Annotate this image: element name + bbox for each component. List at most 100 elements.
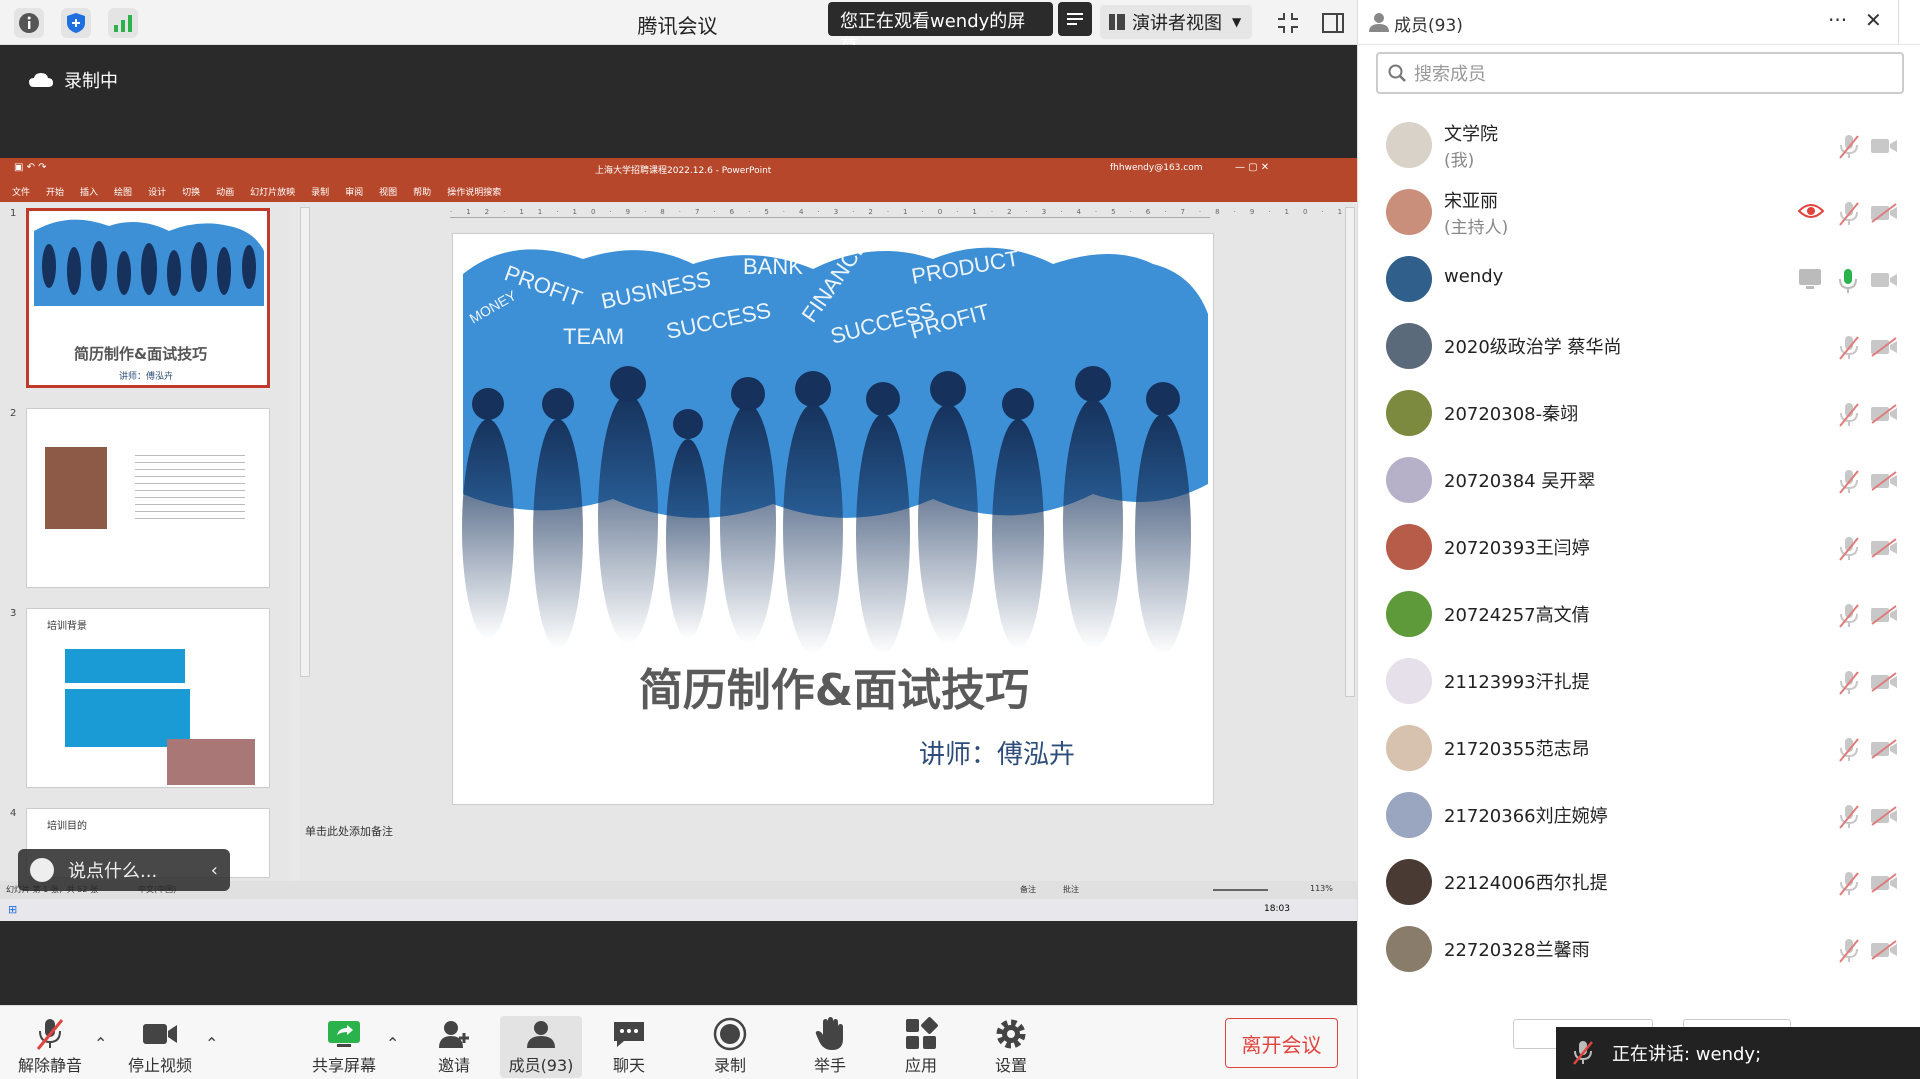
slide-scrollbar[interactable] — [1345, 207, 1355, 697]
comments-toggle[interactable]: 批注 — [1063, 884, 1079, 895]
unmute-button[interactable]: 解除静音 — [18, 1016, 82, 1078]
security-shield-icon[interactable] — [61, 8, 91, 38]
member-row[interactable]: 21720366刘庄婉婷 — [1358, 782, 1920, 848]
ribbon-tab[interactable]: 操作说明搜索 — [447, 185, 501, 198]
member-search-input[interactable]: 搜索成员 — [1376, 52, 1904, 94]
share-options-caret-icon[interactable]: ⌃ — [386, 1034, 399, 1053]
camera-off-icon — [1870, 806, 1898, 830]
side-panel-toggle-icon[interactable] — [1318, 8, 1348, 38]
search-placeholder: 搜索成员 — [1414, 64, 1486, 85]
more-options-icon[interactable]: ··· — [1828, 8, 1847, 32]
avatar — [1386, 323, 1432, 369]
thumb-number: 2 — [10, 408, 17, 419]
notes-toggle[interactable]: 备注 — [1020, 884, 1036, 895]
audio-options-caret-icon[interactable]: ⌃ — [94, 1034, 107, 1053]
record-button[interactable]: 录制 — [710, 1016, 750, 1078]
ribbon-tab[interactable]: 帮助 — [413, 185, 431, 198]
ribbon-tab[interactable]: 视图 — [379, 185, 397, 198]
camera-off-icon — [1870, 605, 1898, 629]
slide-thumb-2[interactable] — [26, 408, 270, 588]
record-icon — [710, 1016, 750, 1052]
horizontal-ruler: ·12·11·10·9·8·7·6·5·4·3·2·1·0·1·2·3·4·5·… — [450, 208, 1428, 218]
member-name: 2020级政治学 蔡华尚 — [1444, 337, 1622, 358]
member-row[interactable]: 21720355范志昂 — [1358, 715, 1920, 781]
settings-button[interactable]: 设置 — [991, 1016, 1031, 1078]
invite-button[interactable]: 邀请 — [434, 1016, 474, 1078]
view-menu-icon[interactable] — [1058, 2, 1092, 36]
mic-muted-icon — [1838, 335, 1860, 365]
thumb-subtitle: 讲师：傅泓卉 — [119, 372, 174, 382]
member-row[interactable]: 文学院 (我) — [1358, 112, 1920, 178]
unmute-label: 解除静音 — [18, 1056, 83, 1075]
mic-muted-icon — [1838, 737, 1860, 767]
thumb-number: 1 — [10, 208, 17, 219]
camera-icon — [1870, 136, 1898, 160]
chat-input-pill[interactable]: 说点什么... ‹ — [18, 849, 230, 891]
mic-muted-icon — [1838, 871, 1860, 901]
ribbon-tab[interactable]: 幻灯片放映 — [250, 185, 295, 198]
notes-placeholder[interactable]: 单击此处添加备注 — [305, 823, 393, 839]
thumb-scrollbar[interactable] — [300, 207, 310, 677]
stop-video-button[interactable]: 停止视频 — [128, 1016, 192, 1078]
member-name: 22124006西尔扎提 — [1444, 873, 1608, 894]
member-row[interactable]: 21123993汗扎提 — [1358, 648, 1920, 714]
ribbon-tab[interactable]: 文件 — [12, 185, 30, 198]
mic-muted-icon — [1838, 469, 1860, 499]
slide-title: 简历制作&面试技巧 — [638, 665, 1030, 716]
apps-button[interactable]: 应用 — [901, 1016, 941, 1078]
member-row[interactable]: wendy — [1358, 246, 1920, 312]
close-icon[interactable]: ✕ — [1865, 8, 1882, 32]
member-row[interactable]: 20724257高文倩 — [1358, 581, 1920, 647]
member-row[interactable]: 宋亚丽 (主持人) — [1358, 179, 1920, 245]
ribbon-tab[interactable]: 录制 — [311, 185, 329, 198]
emoji-icon[interactable] — [30, 858, 54, 882]
member-name: 21720355范志昂 — [1444, 739, 1590, 760]
ribbon-tab[interactable]: 审阅 — [345, 185, 363, 198]
avatar — [1386, 591, 1432, 637]
chat-label: 聊天 — [612, 1056, 645, 1075]
invite-label: 邀请 — [437, 1056, 470, 1075]
members-panel-title: 成员(93) — [1394, 16, 1463, 36]
presenter-view-dropdown[interactable]: 演讲者视图 ▼ — [1100, 5, 1252, 39]
ribbon-tab[interactable]: 切换 — [182, 185, 200, 198]
member-row[interactable]: 20720308-秦翊 — [1358, 380, 1920, 446]
person-icon — [1369, 13, 1389, 32]
ribbon-tab[interactable]: 插入 — [80, 185, 98, 198]
ribbon-tab[interactable]: 动画 — [216, 185, 234, 198]
gear-icon — [991, 1016, 1031, 1052]
leave-meeting-button[interactable]: 离开会议 — [1225, 1018, 1338, 1068]
member-row[interactable]: 20720384 吴开翠 — [1358, 447, 1920, 513]
chat-placeholder: 说点什么... — [68, 861, 158, 882]
viewing-screen-label: 您正在观看wendy的屏幕 — [828, 2, 1053, 58]
ribbon-tab[interactable]: 开始 — [46, 185, 64, 198]
member-name: 20720384 吴开翠 — [1444, 471, 1596, 492]
network-signal-icon[interactable] — [108, 8, 138, 38]
video-options-caret-icon[interactable]: ⌃ — [205, 1034, 218, 1053]
current-slide[interactable]: PROFIT BUSINESS BANK PRODUCT TEAM SUCCES… — [452, 233, 1214, 805]
chat-button[interactable]: 聊天 — [609, 1016, 649, 1078]
zoom-slider[interactable] — [1213, 889, 1268, 891]
ribbon-tab[interactable]: 设计 — [148, 185, 166, 198]
member-name: 20720393王闫婷 — [1444, 538, 1590, 559]
windows-start-icon[interactable]: ⊞ — [8, 903, 17, 916]
ribbon-tab[interactable]: 绘图 — [114, 185, 132, 198]
member-row[interactable]: 22124006西尔扎提 — [1358, 849, 1920, 915]
share-screen-button[interactable]: 共享屏幕 — [312, 1016, 376, 1078]
share-label: 共享屏幕 — [312, 1056, 377, 1075]
slide-thumb-3[interactable]: 培训背景 — [26, 608, 270, 788]
mic-active-icon — [1838, 268, 1858, 298]
member-row[interactable]: 2020级政治学 蔡华尚 — [1358, 313, 1920, 379]
slide-thumb-1[interactable]: 简历制作&面试技巧 讲师：傅泓卉 — [26, 208, 270, 388]
member-row[interactable]: 20720393王闫婷 — [1358, 514, 1920, 580]
avatar — [1386, 792, 1432, 838]
exit-fullscreen-icon[interactable] — [1273, 8, 1303, 38]
avatar — [1386, 926, 1432, 972]
info-icon[interactable] — [14, 8, 44, 38]
chevron-left-icon[interactable]: ‹ — [211, 860, 218, 881]
members-button[interactable]: 成员(93) — [500, 1016, 582, 1078]
member-name: 22720328兰馨雨 — [1444, 940, 1590, 961]
member-row[interactable]: 22720328兰馨雨 — [1358, 916, 1920, 982]
shared-powerpoint-window[interactable]: ▣ ↶ ↷ 上海大学招聘课程2022.12.6 - PowerPoint fhh… — [0, 158, 1428, 921]
members-panel: 成员(93) ··· ✕ 搜索成员 文学院 (我) 宋亚丽 (主持人) wendy 202… — [1357, 0, 1920, 1079]
raise-hand-button[interactable]: 举手 — [810, 1016, 850, 1078]
